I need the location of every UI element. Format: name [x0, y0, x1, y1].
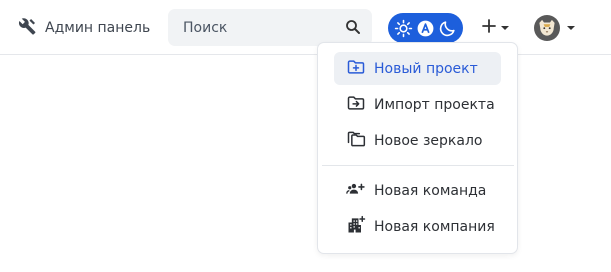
- menu-item-new-project[interactable]: Новый проект: [334, 52, 501, 85]
- user-menu-button[interactable]: [534, 14, 575, 42]
- tools-icon: [18, 17, 37, 40]
- mirror-icon: [346, 129, 366, 153]
- sun-icon[interactable]: [393, 18, 414, 39]
- auto-icon[interactable]: [415, 18, 436, 39]
- menu-item-import-project[interactable]: Импорт проекта: [334, 88, 501, 121]
- avatar: [534, 15, 560, 41]
- create-dropdown-menu: Новый проект Импорт проекта Новое зеркал…: [317, 42, 518, 254]
- folder-import-icon: [346, 93, 366, 117]
- folder-plus-icon: [346, 57, 366, 81]
- search-box: [168, 9, 372, 46]
- chevron-down-icon: [567, 26, 575, 30]
- theme-switch: [388, 13, 463, 43]
- menu-item-label: Новый проект: [374, 60, 478, 77]
- chevron-down-icon: [501, 26, 509, 30]
- admin-panel-label: Админ панель: [45, 20, 151, 36]
- menu-item-label: Новая команда: [374, 182, 487, 199]
- menu-divider: [322, 165, 514, 166]
- moon-icon[interactable]: [437, 18, 458, 39]
- top-bar: Админ панель: [0, 0, 611, 55]
- create-new-button[interactable]: [481, 17, 509, 39]
- menu-item-new-mirror[interactable]: Новое зеркало: [334, 124, 501, 157]
- plus-icon: [481, 18, 497, 38]
- menu-item-label: Импорт проекта: [374, 96, 495, 113]
- team-plus-icon: [346, 179, 366, 203]
- menu-item-new-team[interactable]: Новая команда: [334, 174, 501, 207]
- admin-panel-link[interactable]: Админ панель: [18, 17, 150, 39]
- menu-item-new-company[interactable]: Новая компания: [334, 210, 501, 243]
- search-input[interactable]: [168, 19, 328, 36]
- search-icon[interactable]: [344, 18, 362, 36]
- company-plus-icon: [346, 215, 366, 239]
- menu-item-label: Новая компания: [374, 218, 495, 235]
- menu-item-label: Новое зеркало: [374, 132, 483, 149]
